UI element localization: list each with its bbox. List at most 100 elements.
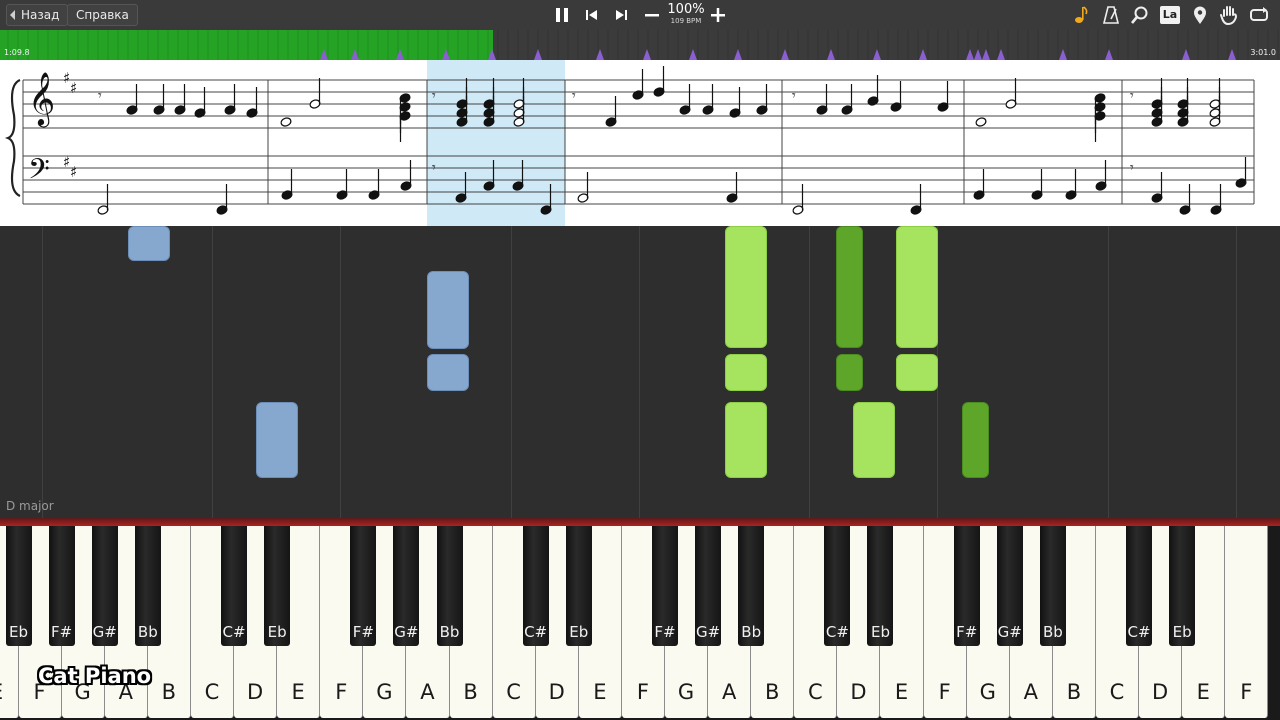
key-signature-label: D major: [6, 499, 54, 513]
cat-piano-logo: Cat Piano: [38, 664, 152, 688]
piano-keyboard[interactable]: EFGABCDEFGABCDEFGABCDEFGABCDEFEbF#G#BbC#…: [0, 526, 1280, 720]
timeline-marker: [734, 49, 742, 60]
black-key-label: G#: [394, 623, 419, 641]
piano-black-key[interactable]: C#: [221, 526, 248, 646]
timeline-marker: [966, 49, 974, 60]
falling-note: [896, 226, 938, 348]
loop-icon: [1250, 7, 1268, 21]
bookmark-button[interactable]: [1189, 4, 1211, 26]
black-key-label: G#: [997, 623, 1022, 641]
song-timeline[interactable]: 1:09.8 3:01.0: [0, 30, 1280, 60]
skip-forward-icon: [616, 10, 627, 20]
white-key-label: D: [246, 680, 264, 704]
elapsed-time: 1:09.8: [4, 48, 30, 57]
staff-note: [399, 111, 411, 142]
piano-black-key[interactable]: Eb: [264, 526, 291, 646]
piano-black-key[interactable]: Bb: [134, 526, 161, 646]
note-labels-button[interactable]: [1071, 4, 1093, 26]
staff-note: [910, 184, 922, 215]
timeline-marker: [488, 49, 496, 60]
timeline-marker: [919, 49, 927, 60]
piano-white-key[interactable]: F: [1225, 526, 1269, 718]
piano-black-key[interactable]: F#: [350, 526, 377, 646]
piano-black-key[interactable]: G#: [996, 526, 1023, 646]
staff-note: [1151, 172, 1163, 203]
staff-note: [890, 81, 902, 112]
sheet-music[interactable]: 𝄞 𝄢 ♯ ♯ ♯ ♯ 𝄾 𝄾 𝄾 𝄾 𝄾 𝄾 𝄾: [0, 60, 1280, 226]
falling-note: [427, 271, 469, 349]
sheet-music-staff: 𝄞 𝄢 ♯ ♯ ♯ ♯ 𝄾 𝄾 𝄾 𝄾 𝄾𝄾 𝄾: [4, 60, 1255, 226]
piano-black-key[interactable]: C#: [522, 526, 549, 646]
white-key-label: G: [677, 680, 695, 704]
staff-note: [702, 84, 714, 115]
piano-black-key[interactable]: Eb: [867, 526, 894, 646]
falling-note: [427, 354, 469, 391]
falling-note: [725, 354, 767, 391]
falling-note: [836, 354, 863, 391]
black-key-label: F#: [51, 623, 73, 641]
black-key-label: Eb: [870, 623, 890, 641]
piano-black-key[interactable]: G#: [393, 526, 420, 646]
staff-note: [1179, 184, 1191, 215]
octave-line: [212, 226, 213, 518]
back-button[interactable]: Назад: [6, 4, 69, 26]
piano-black-key[interactable]: F#: [651, 526, 678, 646]
tempo-decrease-button[interactable]: [641, 4, 663, 26]
white-key-label: E: [0, 680, 18, 704]
piano-black-key[interactable]: Eb: [5, 526, 32, 646]
metronome-button[interactable]: [1100, 4, 1122, 26]
piano-black-key[interactable]: Eb: [1169, 526, 1196, 646]
staff-rest: 𝄾: [572, 88, 576, 104]
timeline-marker: [1105, 49, 1113, 60]
piano-black-key[interactable]: G#: [695, 526, 722, 646]
piano-black-key[interactable]: C#: [1126, 526, 1153, 646]
note-icon: [1075, 6, 1088, 23]
skip-forward-button[interactable]: [610, 4, 632, 26]
staff-note: [973, 169, 985, 200]
la-icon[interactable]: La: [1160, 6, 1180, 24]
piano-black-key[interactable]: Bb: [738, 526, 765, 646]
staff-note: [97, 184, 109, 215]
black-key-label: C#: [1127, 623, 1151, 641]
treble-clef: 𝄞: [28, 71, 55, 127]
help-button[interactable]: Справка: [67, 4, 138, 26]
white-key-label: A: [721, 680, 737, 704]
pause-button[interactable]: [551, 4, 573, 26]
piano-black-key[interactable]: Bb: [1039, 526, 1066, 646]
piano-black-key[interactable]: Eb: [565, 526, 592, 646]
white-key-label: D: [1152, 680, 1169, 704]
staff-note: [281, 169, 293, 200]
staff-rest: 𝄾: [1130, 88, 1134, 104]
piano-black-key[interactable]: F#: [953, 526, 980, 646]
white-key-label: E: [1196, 680, 1210, 704]
staff-note: [1031, 169, 1043, 200]
black-key-label: C#: [825, 623, 849, 641]
falling-note: [725, 402, 767, 478]
white-key-label: D: [850, 680, 867, 704]
piano-black-key[interactable]: C#: [824, 526, 851, 646]
tempo-increase-button[interactable]: [707, 4, 729, 26]
staff-note: [1065, 169, 1077, 200]
staff-note: [1094, 111, 1106, 142]
zoom-button[interactable]: [1129, 4, 1151, 26]
staff-note: [1005, 78, 1017, 109]
hand-select-button[interactable]: [1218, 4, 1240, 26]
loop-button[interactable]: [1248, 4, 1270, 26]
timeline-marker: [689, 49, 697, 60]
piano-black-key[interactable]: Bb: [436, 526, 463, 646]
white-key-label: F: [938, 680, 951, 704]
piano-black-key[interactable]: G#: [91, 526, 118, 646]
black-key-label: Eb: [9, 623, 29, 641]
grand-staff-brace: [4, 78, 21, 198]
skip-back-button[interactable]: [581, 4, 603, 26]
plus-icon: [711, 8, 725, 22]
total-time: 3:01.0: [1250, 48, 1276, 57]
white-key-label: G: [376, 680, 393, 704]
key-signature-sharp: ♯: [70, 163, 77, 181]
metronome-icon: [1102, 6, 1120, 24]
staff-note: [726, 172, 738, 203]
piano-black-key[interactable]: F#: [48, 526, 75, 646]
staff-note: [174, 84, 186, 115]
black-key-label: Eb: [1172, 623, 1192, 641]
white-key-label: F: [335, 680, 348, 704]
